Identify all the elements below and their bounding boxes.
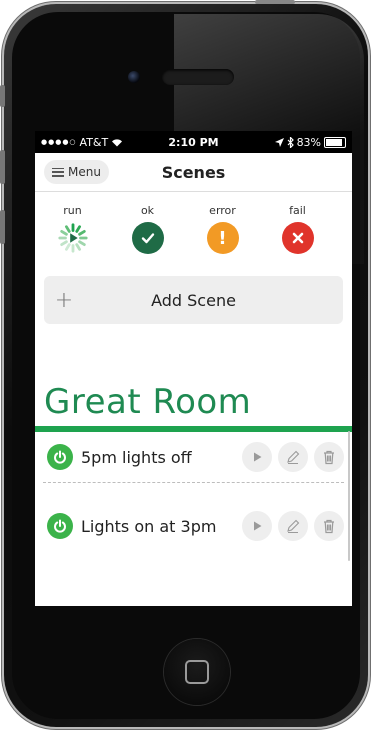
menu-button[interactable]: Menu [44, 160, 109, 184]
earpiece-speaker [162, 69, 234, 85]
wifi-icon [112, 138, 123, 146]
trash-icon [324, 450, 334, 465]
hamburger-icon [52, 167, 64, 177]
exclamation-icon: ! [206, 222, 239, 254]
scene-divider [43, 482, 344, 483]
play-icon [254, 452, 262, 462]
scene-name: 5pm lights off [81, 447, 192, 467]
edit-button[interactable] [278, 511, 308, 541]
spinner-icon [57, 222, 89, 254]
mute-switch [0, 85, 5, 107]
scene-row[interactable]: 5pm lights off [35, 432, 352, 482]
home-button[interactable] [164, 639, 230, 705]
legend-run-label: run [63, 204, 82, 217]
app-screen: ●●●●○ AT&T 2:10 PM 83% Menu Scenes run o… [35, 131, 352, 606]
edit-icon [287, 450, 300, 465]
check-icon [131, 222, 164, 254]
delete-button[interactable] [314, 511, 344, 541]
scrollbar[interactable] [348, 431, 350, 561]
signal-icon: ●●●●○ [41, 138, 77, 146]
x-icon [281, 222, 314, 254]
home-button-icon [185, 660, 209, 684]
bluetooth-icon [287, 136, 294, 148]
plus-icon: + [54, 287, 74, 313]
play-button[interactable] [242, 511, 272, 541]
volume-down-button [0, 210, 5, 244]
nav-bar: Menu Scenes [35, 153, 352, 191]
play-button[interactable] [242, 442, 272, 472]
legend-fail: fail [260, 204, 335, 254]
legend-error: error ! [185, 204, 260, 254]
legend-ok: ok [110, 204, 185, 254]
add-scene-button[interactable]: + Add Scene [44, 276, 343, 324]
sleep-button [255, 0, 295, 4]
legend-run: run [35, 204, 110, 254]
legend-ok-label: ok [140, 204, 155, 217]
scene-row[interactable]: Lights on at 3pm [35, 501, 352, 551]
status-legend: run ok error ! fail [35, 192, 352, 254]
battery-icon [324, 136, 347, 148]
edit-button[interactable] [278, 442, 308, 472]
menu-label: Menu [68, 165, 101, 179]
add-scene-label: Add Scene [151, 290, 236, 310]
status-time: 2:10 PM [168, 135, 219, 149]
volume-up-button [0, 150, 5, 184]
legend-error-label: error [209, 204, 236, 217]
play-icon [254, 521, 262, 531]
carrier-label: AT&T [79, 135, 109, 149]
power-icon[interactable] [47, 444, 73, 470]
legend-fail-label: fail [289, 204, 306, 217]
room-title: Great Room [44, 382, 252, 422]
scene-name: Lights on at 3pm [81, 516, 217, 536]
delete-button[interactable] [314, 442, 344, 472]
trash-icon [324, 519, 334, 534]
front-camera [128, 71, 140, 83]
location-icon [274, 137, 284, 147]
battery-percent: 83% [296, 135, 322, 149]
power-icon[interactable] [47, 513, 73, 539]
edit-icon [287, 519, 300, 534]
status-bar: ●●●●○ AT&T 2:10 PM 83% [35, 131, 352, 153]
